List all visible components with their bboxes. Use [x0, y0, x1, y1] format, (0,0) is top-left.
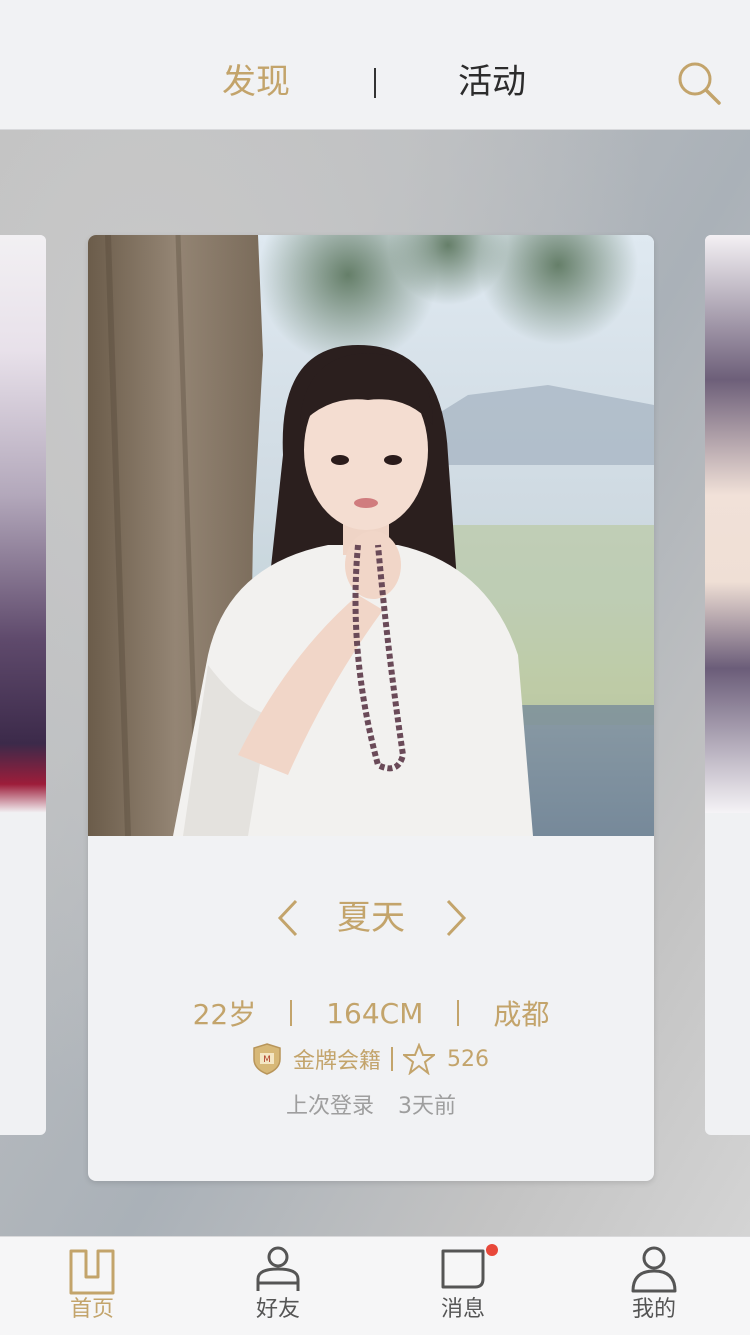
star-count: 526: [447, 1046, 489, 1072]
last-login-value: 3天前: [398, 1094, 456, 1119]
tab-activity[interactable]: 活动: [458, 60, 526, 104]
nav-me[interactable]: 我的: [594, 1237, 714, 1335]
star-icon[interactable]: [403, 1043, 435, 1075]
search-icon[interactable]: [676, 60, 722, 106]
last-login-row: 上次登录 3天前: [88, 1087, 654, 1121]
tab-divider: [374, 68, 376, 98]
next-profile-photo: [705, 235, 750, 813]
previous-profile-arrow-icon[interactable]: [274, 898, 302, 938]
next-profile-card[interactable]: [705, 235, 750, 1135]
nav-me-label: 我的: [631, 1297, 676, 1322]
home-icon: [69, 1249, 115, 1295]
nav-messages[interactable]: 消息: [403, 1237, 523, 1335]
profile-stats-row: 22岁 164CM 成都: [88, 993, 654, 1033]
tab-discover[interactable]: 发现: [222, 60, 290, 104]
svg-text:M: M: [263, 1055, 271, 1065]
divider: [457, 1000, 460, 1026]
unread-badge: [486, 1244, 498, 1256]
nav-friends-label: 好友: [255, 1297, 300, 1322]
profile-city: 成都: [493, 998, 550, 1031]
nav-home-label: 首页: [69, 1297, 114, 1322]
profile-photo[interactable]: [88, 235, 654, 836]
profile-card[interactable]: 夏天 22岁 164CM 成都 M 金牌会籍 526 上次登录 3天前: [88, 235, 654, 1181]
previous-profile-photo: [0, 235, 46, 813]
membership-row: M 金牌会籍 526: [88, 1041, 654, 1077]
profile-age: 22岁: [192, 998, 257, 1031]
profile-name-row: 夏天: [88, 890, 654, 946]
gold-membership-shield-icon: M: [253, 1043, 281, 1075]
previous-profile-card[interactable]: [0, 235, 46, 1135]
bottom-navigation: 首页 好友 消息 我的: [0, 1236, 750, 1335]
nav-friends[interactable]: 好友: [218, 1237, 338, 1335]
top-bar: 发现 活动: [0, 0, 750, 130]
last-login-label: 上次登录: [285, 1094, 374, 1119]
nav-messages-label: 消息: [440, 1297, 485, 1322]
profile-height: 164CM: [326, 996, 424, 1030]
divider: [290, 1000, 293, 1026]
friends-icon: [256, 1246, 300, 1291]
next-profile-arrow-icon[interactable]: [442, 898, 470, 938]
divider: [391, 1047, 393, 1071]
nav-home[interactable]: 首页: [32, 1237, 152, 1335]
profile-name: 夏天: [337, 898, 405, 938]
profile-icon: [631, 1246, 677, 1293]
message-icon: [441, 1249, 485, 1289]
membership-label: 金牌会籍: [292, 1049, 381, 1074]
